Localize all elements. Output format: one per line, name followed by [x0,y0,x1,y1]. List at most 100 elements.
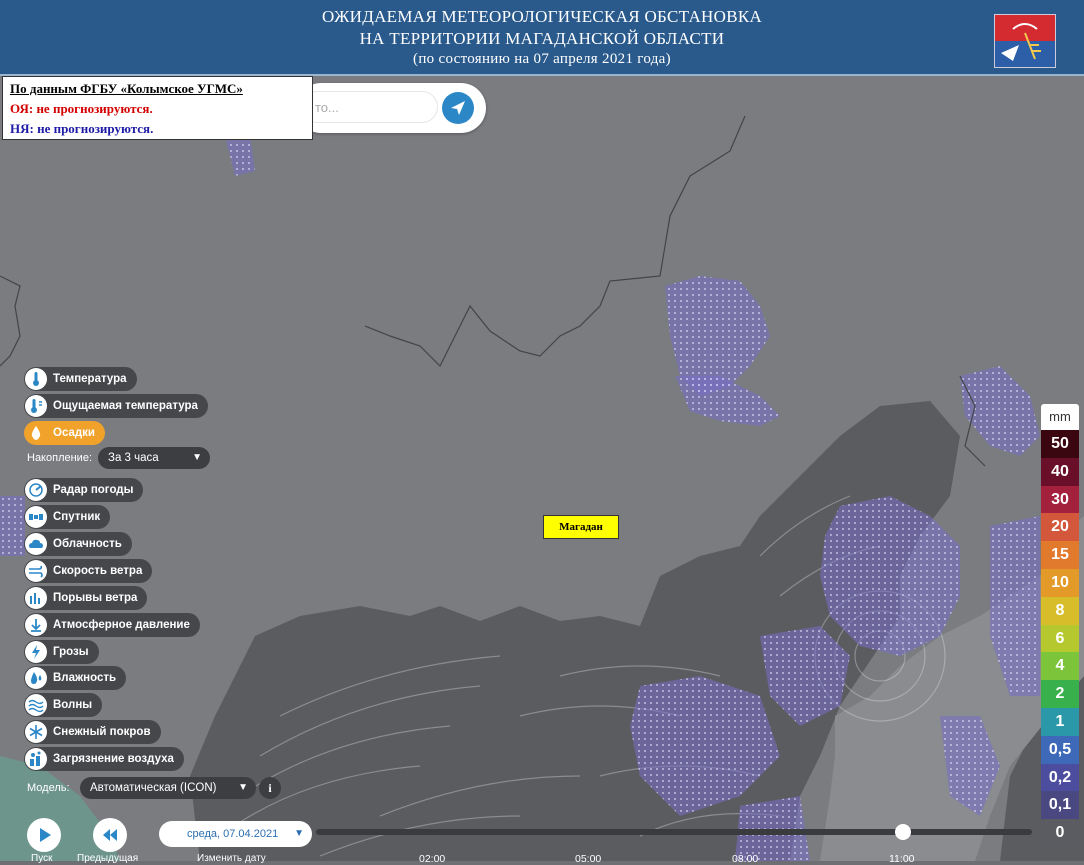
radar-icon [25,479,47,501]
layer-label: Спутник [53,511,101,523]
layer-label: Ощущаемая температура [53,400,198,412]
header-title-line2: НА ТЕРРИТОРИИ МАГАДАНСКОЙ ОБЛАСТИ [359,29,725,48]
rewind-icon [103,829,117,841]
navigation-arrow-icon [451,101,465,115]
legend-step: 0,5 [1041,735,1079,764]
date-value: среда, 07.04.2021 [187,828,279,840]
layer-pressure[interactable]: Атмосферное давление [24,613,200,637]
locate-button[interactable] [442,92,474,124]
model-label: Модель: [27,782,70,794]
legend-step: 8 [1041,596,1079,625]
gust-icon [25,587,47,609]
layer-precipitation[interactable]: Осадки [24,421,106,445]
legend-step: 0,1 [1041,791,1079,820]
play-label: Пуск [31,853,53,864]
timeline-tick: 11:00 [889,853,915,865]
layer-humidity[interactable]: Влажность [24,666,127,690]
change-date-label: Изменить дату [197,853,266,864]
layer-feels-like[interactable]: Ощущаемая температура [24,394,208,418]
legend-step: 10 [1041,568,1079,597]
legend-step: 2 [1041,680,1079,708]
layer-radar[interactable]: Радар погоды [24,478,144,502]
model-select[interactable]: Автоматическая (ICON) ▼ [80,777,256,799]
layer-waves[interactable]: Волны [24,693,103,717]
layer-label: Грозы [53,646,89,658]
header-date-line: (по состоянию на 07 апреля 2021 года) [413,51,671,67]
layer-label: Облачность [53,538,122,550]
legend-unit: mm [1041,404,1079,430]
wind-icon [25,560,47,582]
accumulation-value: За 3 часа [108,452,159,464]
date-picker-button[interactable]: среда, 07.04.2021 ▼ [159,821,312,847]
timeline-track[interactable] [316,829,1032,835]
layer-label: Атмосферное давление [53,619,190,631]
header-title-line1: ОЖИДАЕМАЯ МЕТЕОРОЛОГИЧЕСКАЯ ОБСТАНОВКА [321,7,763,26]
layer-thunderstorms[interactable]: Грозы [24,640,99,664]
precipitation-legend: mm 50 40 30 20 15 10 8 6 4 2 1 0,5 0,2 0,1 0 [1041,404,1079,847]
nya-text: : не прогнозируются. [29,121,154,136]
legend-step: 15 [1041,541,1079,569]
legend-step: 6 [1041,624,1079,653]
warning-info-box: По данным ФГБУ «Колымское УГМС» ОЯ: не п… [2,76,313,140]
report-header: ОЖИДАЕМАЯ МЕТЕОРОЛОГИЧЕСКАЯ ОБСТАНОВКА Н… [0,0,1084,76]
timeline-tick: 05:00 [575,853,602,865]
layer-label: Радар погоды [53,484,134,496]
search-input[interactable]: то... [302,91,438,123]
accumulation-label: Накопление: [27,452,93,464]
nya-label: НЯ [10,121,30,136]
city-label-magadan: Магадан [543,515,619,539]
nya-row: НЯ: не прогнозируются. [10,119,305,139]
layer-wind-speed[interactable]: Скорость ветра [24,559,153,583]
layer-label: Температура [53,373,127,385]
legend-step: 40 [1041,457,1079,486]
oya-text: : не прогнозируются. [28,101,153,116]
layer-satellite[interactable]: Спутник [24,505,111,529]
timeline-tick: 08:00 [732,853,759,865]
layer-snow-cover[interactable]: Снежный покров [24,720,161,744]
layer-label: Волны [53,699,93,711]
thunder-icon [25,641,47,663]
oya-row: ОЯ: не прогнозируются. [10,99,305,119]
legend-step: 50 [1041,430,1079,458]
layer-clouds[interactable]: Облачность [24,532,132,556]
snowflake-icon [25,721,47,743]
layer-temperature[interactable]: Температура [24,367,137,391]
satellite-icon [25,506,47,528]
layer-label: Скорость ветра [53,565,143,577]
timeline-thumb[interactable] [895,824,912,840]
layer-label: Влажность [53,672,117,684]
thermometer-icon [25,368,47,390]
play-button[interactable] [27,818,61,852]
legend-step: 4 [1041,652,1079,681]
legend-step: 30 [1041,485,1079,514]
layer-label: Снежный покров [53,726,151,738]
model-info-button[interactable]: i [259,777,281,799]
layer-label: Осадки [53,427,96,439]
layer-wind-gusts[interactable]: Порывы ветра [24,586,148,610]
waves-icon [25,694,47,716]
search-box[interactable]: то... [296,83,486,133]
pressure-icon [25,614,47,636]
region-emblem-icon [994,14,1056,68]
accumulation-select[interactable]: За 3 часа ▼ [98,447,210,469]
legend-step: 0,2 [1041,763,1079,792]
legend-scale: 50 40 30 20 15 10 8 6 4 2 1 0,5 0,2 0,1 0 [1041,430,1079,847]
previous-button[interactable] [93,818,127,852]
data-source: По данным ФГБУ «Колымское УГМС» [10,81,243,96]
chevron-down-icon: ▼ [192,452,202,463]
model-value: Автоматическая (ICON) [90,782,217,794]
timeline-tick: 02:00 [419,853,446,865]
layer-air-pollution[interactable]: Загрязнение воздуха [24,747,184,771]
layer-label: Порывы ветра [53,592,138,604]
legend-step: 0 [1041,819,1079,847]
cloud-icon [25,533,47,555]
legend-step: 20 [1041,513,1079,542]
chevron-down-icon: ▼ [294,828,304,839]
humidity-icon [25,667,47,689]
layer-label: Загрязнение воздуха [53,753,174,765]
feels-like-icon [25,395,47,417]
legend-step: 1 [1041,707,1079,736]
pollution-icon [25,748,47,770]
play-icon [40,828,51,842]
precipitation-icon [25,422,47,444]
